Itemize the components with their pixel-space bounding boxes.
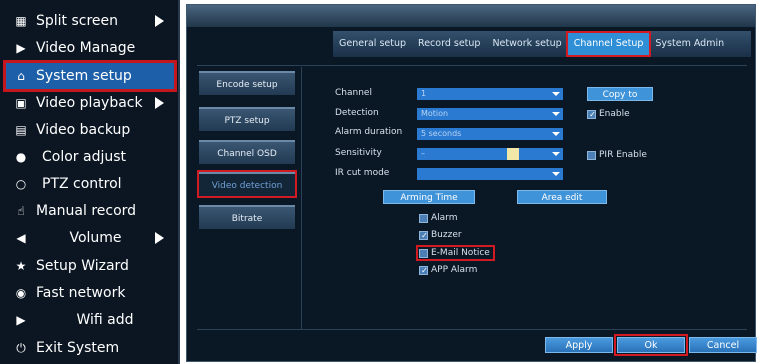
buzzer-checkbox[interactable] — [419, 230, 429, 240]
app-alarm-checkbox-row[interactable]: APP Alarm — [419, 265, 477, 275]
film-icon: ▣ — [15, 96, 27, 110]
arrow-right-icon — [155, 15, 164, 27]
menu-item-split-screen[interactable]: ▦ Split screen — [6, 8, 174, 34]
arming-time-button[interactable]: Arming Time — [383, 190, 475, 204]
title-strip — [187, 5, 755, 27]
menu-item-color-adjust[interactable]: ● Color adjust — [6, 144, 174, 170]
detection-label: Detection — [335, 108, 379, 118]
hand-icon: ☝ — [17, 204, 25, 218]
tab-channel-setup[interactable]: Channel Setup — [565, 31, 652, 57]
side-nav-video-detection[interactable]: Video detection — [197, 170, 297, 198]
email-notice-checkbox[interactable] — [419, 248, 428, 258]
divider — [301, 67, 302, 329]
ptz-icon: ○ — [15, 177, 27, 191]
palette-icon: ● — [15, 150, 27, 164]
ok-button[interactable]: Ok — [614, 334, 688, 356]
ir-cut-mode-label: IR cut mode — [335, 168, 390, 178]
channel-setup-dialog: General setup Record setup Network setup… — [186, 4, 757, 362]
side-nav-bitrate[interactable]: Bitrate — [199, 205, 295, 229]
tab-bar: General setup Record setup Network setup… — [333, 31, 751, 57]
side-nav-encode-setup[interactable]: Encode setup — [199, 71, 295, 95]
grid-icon: ▦ — [15, 14, 27, 28]
enable-checkbox[interactable] — [587, 109, 597, 119]
divider — [197, 329, 747, 330]
tab-network-setup[interactable]: Network setup — [486, 33, 567, 55]
chevron-down-icon — [552, 92, 560, 96]
arrow-right-icon — [155, 97, 164, 109]
alarm-checkbox-row[interactable]: Alarm — [419, 213, 457, 223]
alarm-duration-select[interactable]: 5 seconds — [417, 128, 563, 140]
menu-item-exit-system[interactable]: ⏻ Exit System — [6, 335, 174, 361]
enable-checkbox-row[interactable]: Enable — [587, 109, 630, 119]
detection-select[interactable]: Motion — [417, 108, 563, 120]
globe-icon: ◉ — [15, 286, 27, 300]
power-icon: ⏻ — [16, 340, 26, 355]
menu-item-fast-network[interactable]: ◉ Fast network — [6, 280, 174, 306]
home-icon: ⌂ — [17, 69, 25, 83]
side-nav-ptz-setup[interactable]: PTZ setup — [199, 107, 295, 131]
side-nav-channel-osd[interactable]: Channel OSD — [199, 140, 295, 164]
ir-cut-mode-select[interactable] — [417, 168, 563, 180]
channel-select[interactable]: 1 — [417, 88, 563, 100]
save-icon: ▤ — [15, 123, 27, 137]
chevron-down-icon — [552, 152, 560, 156]
menu-item-wifi-add[interactable]: ▶ Wifi add — [6, 307, 174, 333]
speaker-icon: ◀ — [16, 231, 26, 245]
slider-thumb[interactable] — [507, 148, 519, 160]
menu-item-video-backup[interactable]: ▤ Video backup — [6, 117, 174, 143]
channel-label: Channel — [335, 88, 372, 98]
apply-button[interactable]: Apply — [545, 337, 613, 353]
pir-enable-checkbox-row[interactable]: PIR Enable — [587, 150, 647, 160]
email-notice-checkbox-row[interactable]: E-Mail Notice — [416, 245, 495, 261]
chevron-down-icon — [552, 172, 560, 176]
buzzer-checkbox-row[interactable]: Buzzer — [419, 230, 462, 240]
context-menu: ▦ Split screen ▶ Video Manage ⌂ System s… — [0, 0, 180, 364]
tab-general-setup[interactable]: General setup — [333, 33, 412, 55]
chevron-down-icon — [552, 112, 560, 116]
area-edit-button[interactable]: Area edit — [517, 190, 607, 204]
cancel-button[interactable]: Cancel — [689, 337, 757, 353]
divider — [197, 65, 747, 66]
sensitivity-slider[interactable]: – — [417, 148, 563, 160]
menu-item-video-manage[interactable]: ▶ Video Manage — [6, 35, 174, 61]
wifi-camera-icon: ▶ — [16, 313, 26, 327]
menu-item-ptz-control[interactable]: ○ PTZ control — [6, 171, 174, 197]
tab-record-setup[interactable]: Record setup — [412, 33, 486, 55]
wizard-icon: ★ — [15, 259, 27, 273]
copy-to-button[interactable]: Copy to — [587, 87, 653, 101]
menu-item-volume[interactable]: ◀ Volume — [6, 225, 174, 251]
menu-item-system-setup[interactable]: ⌂ System setup — [3, 60, 177, 92]
chevron-down-icon — [552, 132, 560, 136]
alarm-duration-label: Alarm duration — [335, 127, 403, 137]
app-alarm-checkbox[interactable] — [419, 265, 429, 275]
tab-system-admin[interactable]: System Admin — [649, 33, 730, 55]
alarm-checkbox[interactable] — [419, 213, 428, 223]
menu-item-setup-wizard[interactable]: ★ Setup Wizard — [6, 253, 174, 279]
pir-enable-checkbox[interactable] — [587, 150, 596, 160]
menu-item-video-playback[interactable]: ▣ Video playback — [6, 90, 174, 116]
menu-item-manual-record[interactable]: ☝ Manual record — [6, 198, 174, 224]
arrow-right-icon — [155, 232, 164, 244]
camera-icon: ▶ — [16, 41, 26, 55]
sensitivity-label: Sensitivity — [335, 148, 382, 158]
